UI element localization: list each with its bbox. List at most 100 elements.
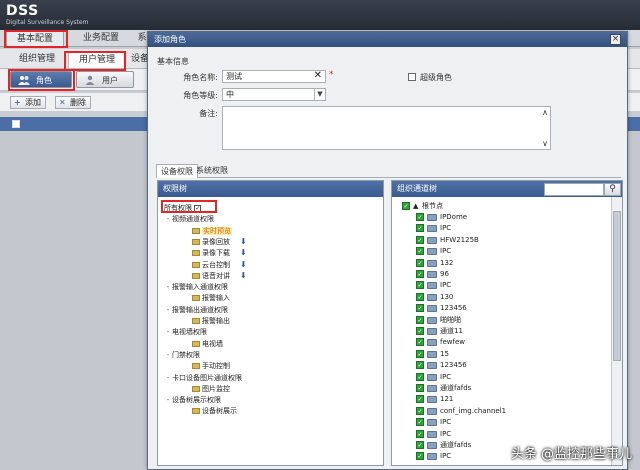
role-tab-button[interactable]: 角色 xyxy=(10,71,72,88)
channel-scrollbar[interactable] xyxy=(611,197,622,465)
checked-icon[interactable]: ✓ xyxy=(416,361,424,370)
add-role-dialog: 添加角色 × 基本信息 角色名称: 测试 ✕ * 超级角色 角色等级: 中 ▼ … xyxy=(147,31,628,470)
search-icon[interactable]: ⚲ xyxy=(604,183,621,196)
folder-icon xyxy=(192,318,200,324)
checked-icon[interactable]: ✓ xyxy=(416,304,424,313)
camera-icon xyxy=(427,430,437,438)
camera-icon xyxy=(427,271,437,278)
permission-tree-item[interactable]: - 门禁权限 xyxy=(167,350,200,360)
checked-icon[interactable]: ✓ xyxy=(402,202,410,210)
permission-tree-item[interactable]: 设备树展示 xyxy=(192,406,237,416)
checked-icon[interactable]: ✓ xyxy=(416,441,424,449)
permission-label: 报警输入 xyxy=(202,294,230,303)
remarks-textarea[interactable]: ∧ ∨ xyxy=(222,106,551,150)
tab-business-config[interactable]: 业务配置 xyxy=(72,31,130,46)
delete-role-button[interactable]: ✕ 删除 xyxy=(55,96,91,109)
arrow-down-icon[interactable]: ⬇ xyxy=(240,271,249,280)
permission-tree-item[interactable]: 录像下载 xyxy=(192,248,230,258)
permission-tree-item[interactable]: 电视墙 xyxy=(192,339,223,349)
scroll-thumb[interactable] xyxy=(613,211,621,361)
camera-icon xyxy=(427,316,437,324)
expand-icon[interactable]: - xyxy=(164,282,172,292)
channel-label: 123456 xyxy=(440,361,467,370)
role-name-label: 角色名称: xyxy=(183,73,218,82)
checked-icon[interactable]: ✓ xyxy=(416,315,424,324)
permission-label: 门禁权限 xyxy=(172,350,200,359)
checked-icon[interactable]: ✓ xyxy=(416,452,424,461)
checked-icon[interactable]: ✓ xyxy=(416,270,424,278)
chevron-down-icon[interactable]: ▼ xyxy=(314,89,325,100)
expand-icon[interactable]: - xyxy=(164,350,172,360)
tab-user-management[interactable]: 用户管理 xyxy=(68,51,126,68)
close-icon[interactable]: × xyxy=(610,34,621,45)
checked-icon[interactable]: ✓ xyxy=(416,418,424,427)
expand-icon[interactable]: - xyxy=(164,327,172,337)
tab-org-management[interactable]: 组织管理 xyxy=(8,51,66,68)
permission-tree-item[interactable]: - 电视墙权限 xyxy=(167,327,207,337)
checked-icon[interactable]: ✓ xyxy=(416,235,424,244)
expand-icon[interactable]: - xyxy=(164,395,172,405)
checked-icon[interactable]: ✓ xyxy=(416,338,424,347)
expand-icon[interactable]: - xyxy=(164,214,172,224)
permission-tree-item[interactable]: 云台控制 xyxy=(192,260,230,270)
user-tab-button[interactable]: 用户 xyxy=(76,71,134,88)
channel-search-input[interactable] xyxy=(544,183,604,196)
permission-tree-item[interactable]: 语音对讲 xyxy=(192,271,230,281)
channel-label: conf_img.channel1 xyxy=(440,406,507,415)
arrow-down-icon[interactable]: ⬇ xyxy=(240,260,249,269)
checked-icon[interactable]: ✓ xyxy=(416,327,424,335)
scroll-up-icon[interactable]: ∧ xyxy=(542,108,548,117)
expand-icon[interactable]: - xyxy=(164,373,172,383)
checked-icon[interactable]: ✓ xyxy=(416,349,424,358)
folder-icon xyxy=(192,227,200,234)
camera-icon xyxy=(427,248,437,256)
folder-icon xyxy=(192,295,200,302)
checked-icon[interactable]: ✓ xyxy=(416,213,424,221)
clear-icon[interactable]: ✕ xyxy=(314,70,322,81)
checked-icon[interactable]: ✓ xyxy=(416,292,424,301)
permission-tree-item[interactable]: - 卡口设备图片通道权限 xyxy=(167,373,242,383)
role-name-input[interactable]: 测试 ✕ xyxy=(222,70,326,83)
checked-icon[interactable]: ✓ xyxy=(416,247,424,256)
permission-tree-item[interactable]: 录像回放 xyxy=(192,237,230,247)
checked-icon[interactable]: ✓ xyxy=(416,384,424,392)
expand-icon[interactable]: - xyxy=(164,305,172,315)
permission-tree-item[interactable]: 所有权限 ✓ xyxy=(164,203,202,213)
camera-icon xyxy=(427,328,437,335)
arrow-down-icon[interactable]: ⬇ xyxy=(240,237,249,246)
add-role-button[interactable]: + 添加 xyxy=(10,96,46,109)
camera-icon xyxy=(427,453,437,461)
checked-icon[interactable]: ✓ xyxy=(416,372,424,381)
checked-icon[interactable]: ✓ xyxy=(416,258,424,267)
permission-tree-item[interactable]: - 视频通道权限 xyxy=(167,214,214,224)
permission-tree-item[interactable]: - 报警输出通道权限 xyxy=(167,305,228,315)
checked-icon[interactable]: ✓ xyxy=(416,429,424,438)
permission-tree-item[interactable]: - 设备树展示权限 xyxy=(167,395,221,405)
checked-icon[interactable]: ✓ xyxy=(416,395,424,404)
user-tab-label: 用户 xyxy=(102,76,118,85)
camera-icon xyxy=(427,442,437,449)
role-level-select[interactable]: 中 ▼ xyxy=(222,88,326,101)
super-role-checkbox[interactable] xyxy=(408,73,416,81)
channel-label: 130 xyxy=(440,292,454,301)
permission-tree-item[interactable]: 报警输入 xyxy=(192,293,230,303)
checked-icon[interactable]: ✓ xyxy=(416,406,424,415)
camera-icon xyxy=(427,350,437,358)
tab-basic-config[interactable]: 基本配置 xyxy=(6,31,64,46)
permission-tree-item[interactable]: 报警输出 xyxy=(192,316,230,326)
permission-tree-item[interactable]: 手动控制 xyxy=(192,361,230,371)
permission-tree-item[interactable]: - 报警输入通道权限 xyxy=(167,282,228,292)
select-all-checkbox[interactable] xyxy=(12,120,20,128)
permission-tree-panel: 权限树 所有权限 ✓ - 视频通道权限 实时预览 录像回放 ⬇ 录像下载 ⬇ 云台控制 ⬇ 语音对讲… xyxy=(157,180,384,466)
dialog-title-text: 添加角色 xyxy=(154,35,186,44)
scroll-down-icon[interactable]: ∨ xyxy=(542,139,548,148)
arrow-down-icon[interactable]: ⬇ xyxy=(240,248,249,257)
tab-system-permission[interactable]: 系统权限 xyxy=(192,164,232,178)
permission-tree-item[interactable]: 实时预览 xyxy=(192,226,232,236)
checked-icon[interactable]: ✓ xyxy=(416,281,424,290)
permission-tree-item[interactable]: 图片监控 xyxy=(192,384,230,394)
checked-icon[interactable]: ✓ xyxy=(416,224,424,233)
required-mark: * xyxy=(329,70,334,80)
all-permission-checkbox[interactable]: ✓ xyxy=(194,204,202,212)
channel-root-label: 根节点 xyxy=(422,202,443,210)
